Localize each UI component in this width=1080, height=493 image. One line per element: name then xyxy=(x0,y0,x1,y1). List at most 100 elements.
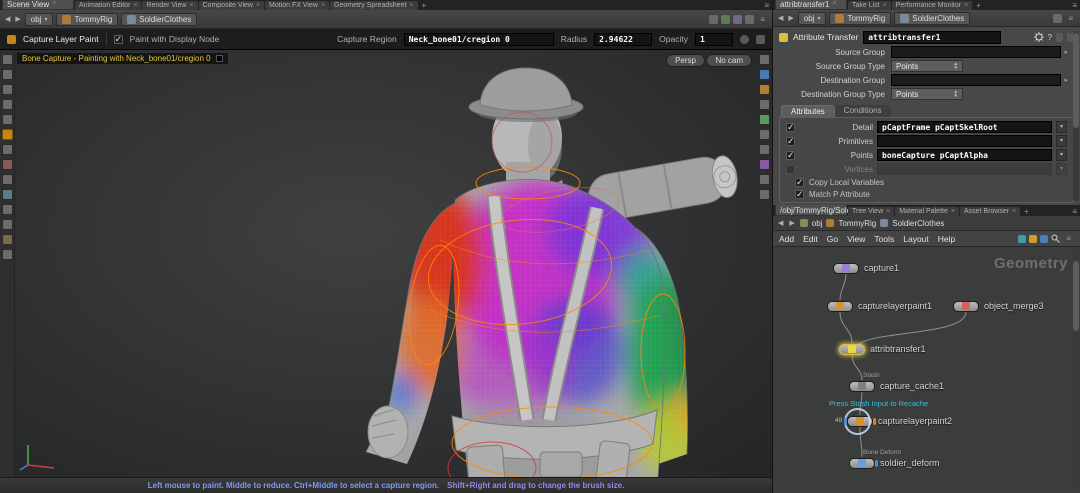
pin-icon[interactable] xyxy=(1053,14,1062,23)
close-icon[interactable]: × xyxy=(133,2,137,10)
misc-tool-icon-3[interactable] xyxy=(2,189,13,200)
close-icon[interactable]: × xyxy=(321,2,325,10)
node-capture1[interactable]: capture1 xyxy=(833,262,899,274)
capture-paint-tool-icon[interactable] xyxy=(2,129,13,140)
forward-icon[interactable]: ▶ xyxy=(787,14,794,22)
chevron-down-icon[interactable]: ▾ xyxy=(1056,135,1067,147)
shade-icon[interactable] xyxy=(759,84,770,95)
path-node-button[interactable]: SoldierClothes xyxy=(894,12,970,25)
search-icon[interactable] xyxy=(1051,234,1060,243)
snapshot-icon[interactable] xyxy=(709,15,718,24)
reset-icon[interactable] xyxy=(740,35,749,44)
camera-icon[interactable] xyxy=(759,54,770,65)
menu-help[interactable]: Help xyxy=(938,234,955,244)
capture-region-input[interactable]: Neck_bone01/cregion 0 xyxy=(404,33,554,46)
close-icon[interactable]: × xyxy=(951,208,955,216)
tab-geometry-spreadsheet[interactable]: Geometry Spreadsheet× xyxy=(330,1,417,10)
close-icon[interactable]: × xyxy=(883,2,887,10)
node-body[interactable] xyxy=(847,416,873,427)
display-mode-icon[interactable] xyxy=(759,69,770,80)
primitives-checkbox[interactable] xyxy=(786,137,795,146)
crumb-node[interactable]: SoldierClothes xyxy=(892,219,944,228)
new-tab-icon[interactable]: + xyxy=(419,1,430,10)
pane-menu-icon[interactable]: ≡ xyxy=(1069,1,1080,10)
node-capture_cache1[interactable]: Stash capture_cache1 xyxy=(849,380,944,392)
color-swatch[interactable] xyxy=(216,55,223,62)
destination-group-type-select[interactable]: Points▲▼ xyxy=(891,88,963,100)
node-body[interactable] xyxy=(839,344,865,355)
close-icon[interactable]: × xyxy=(832,0,836,8)
misc-tool-icon-2[interactable] xyxy=(2,174,13,185)
tab-network-path[interactable]: /obj/TommyRig/SoldierClothes× xyxy=(775,205,847,216)
tab-take-list[interactable]: Take List× xyxy=(848,1,891,10)
pane-menu-icon[interactable]: ≡ xyxy=(757,15,768,24)
destination-group-input[interactable] xyxy=(891,74,1061,86)
render-flag[interactable] xyxy=(844,418,847,425)
tab-animation-editor[interactable]: Animation Editor× xyxy=(75,1,141,10)
no-cam-button[interactable]: No cam xyxy=(706,54,752,67)
pane-menu-icon[interactable]: ≡ xyxy=(1065,14,1076,23)
path-node-button[interactable]: SoldierClothes xyxy=(121,13,197,26)
node-body[interactable] xyxy=(953,301,979,312)
tab-asset-browser[interactable]: Asset Browser× xyxy=(960,207,1020,216)
wireframe-icon[interactable] xyxy=(759,99,770,110)
soldier-model[interactable] xyxy=(0,50,772,477)
help-icon[interactable]: ? xyxy=(1048,33,1052,42)
select-tool-icon[interactable] xyxy=(2,69,13,80)
pin-icon[interactable] xyxy=(733,15,742,24)
copy-local-variables-checkbox[interactable] xyxy=(795,178,804,187)
tab-render-view[interactable]: Render View× xyxy=(142,1,197,10)
pane-menu-icon[interactable]: ≡ xyxy=(761,1,772,10)
translate-tool-icon[interactable] xyxy=(2,84,13,95)
tab-composite-view[interactable]: Composite View× xyxy=(199,1,265,10)
params-scrollbar[interactable] xyxy=(1073,31,1079,201)
snap-icon[interactable] xyxy=(759,174,770,185)
misc-tool-icon-6[interactable] xyxy=(2,234,13,245)
source-group-input[interactable] xyxy=(891,46,1061,58)
tab-scene-view[interactable]: Scene View× xyxy=(2,0,74,10)
pane-menu-icon[interactable]: ≡ xyxy=(1063,234,1074,243)
path-root-button[interactable]: obj▾ xyxy=(798,12,827,25)
tab-attributes[interactable]: Attributes xyxy=(781,105,835,117)
back-icon[interactable]: ◀ xyxy=(777,14,784,22)
shape-palette-icon[interactable] xyxy=(1029,235,1037,243)
display-flag[interactable] xyxy=(873,418,876,425)
chevron-down-icon[interactable]: ▾ xyxy=(1056,121,1067,133)
misc-tool-icon-1[interactable] xyxy=(2,159,13,170)
rotate-tool-icon[interactable] xyxy=(2,99,13,110)
primitive-attribs-input[interactable] xyxy=(877,135,1052,147)
close-icon[interactable]: × xyxy=(256,2,260,10)
close-icon[interactable]: × xyxy=(1012,208,1016,216)
close-icon[interactable]: × xyxy=(409,2,413,10)
source-group-type-select[interactable]: Points▲▼ xyxy=(891,60,963,72)
menu-add[interactable]: Add xyxy=(779,234,794,244)
link-icon[interactable] xyxy=(721,15,730,24)
path-root-button[interactable]: obj▾ xyxy=(25,13,54,26)
chevron-down-icon[interactable]: ▾ xyxy=(1056,163,1067,175)
viewport[interactable]: Bone Capture - Painting with Neck_bone01… xyxy=(0,50,772,477)
tab-conditions[interactable]: Conditions xyxy=(835,105,891,117)
node-body[interactable] xyxy=(833,263,859,274)
path-rig-button[interactable]: TommyRig xyxy=(56,13,118,26)
pose-tool-icon[interactable] xyxy=(2,144,13,155)
path-rig-button[interactable]: TommyRig xyxy=(829,12,891,25)
node-attribtransfer1[interactable]: attribtransfer1 xyxy=(839,343,926,355)
chevron-down-icon[interactable]: ▾ xyxy=(1056,149,1067,161)
new-tab-icon[interactable]: + xyxy=(973,1,984,10)
back-icon[interactable]: ◀ xyxy=(4,15,11,23)
opacity-input[interactable]: 1 xyxy=(695,33,733,46)
menu-tools[interactable]: Tools xyxy=(874,234,894,244)
points-checkbox[interactable] xyxy=(786,151,795,160)
menu-layout[interactable]: Layout xyxy=(903,234,929,244)
node-body[interactable] xyxy=(849,458,875,469)
close-icon[interactable]: × xyxy=(52,0,56,8)
forward-icon[interactable]: ▶ xyxy=(788,219,795,227)
misc-tool-icon-4[interactable] xyxy=(2,204,13,215)
close-icon[interactable]: × xyxy=(189,2,193,10)
display-flag[interactable] xyxy=(875,460,878,467)
tab-material-palette[interactable]: Material Palette× xyxy=(895,207,959,216)
node-capturelayerpaint2[interactable]: 48 capturelayerpaint2 xyxy=(847,415,952,427)
node-body[interactable] xyxy=(849,381,875,392)
grid-snap-icon[interactable] xyxy=(1040,235,1048,243)
close-icon[interactable]: × xyxy=(964,2,968,10)
